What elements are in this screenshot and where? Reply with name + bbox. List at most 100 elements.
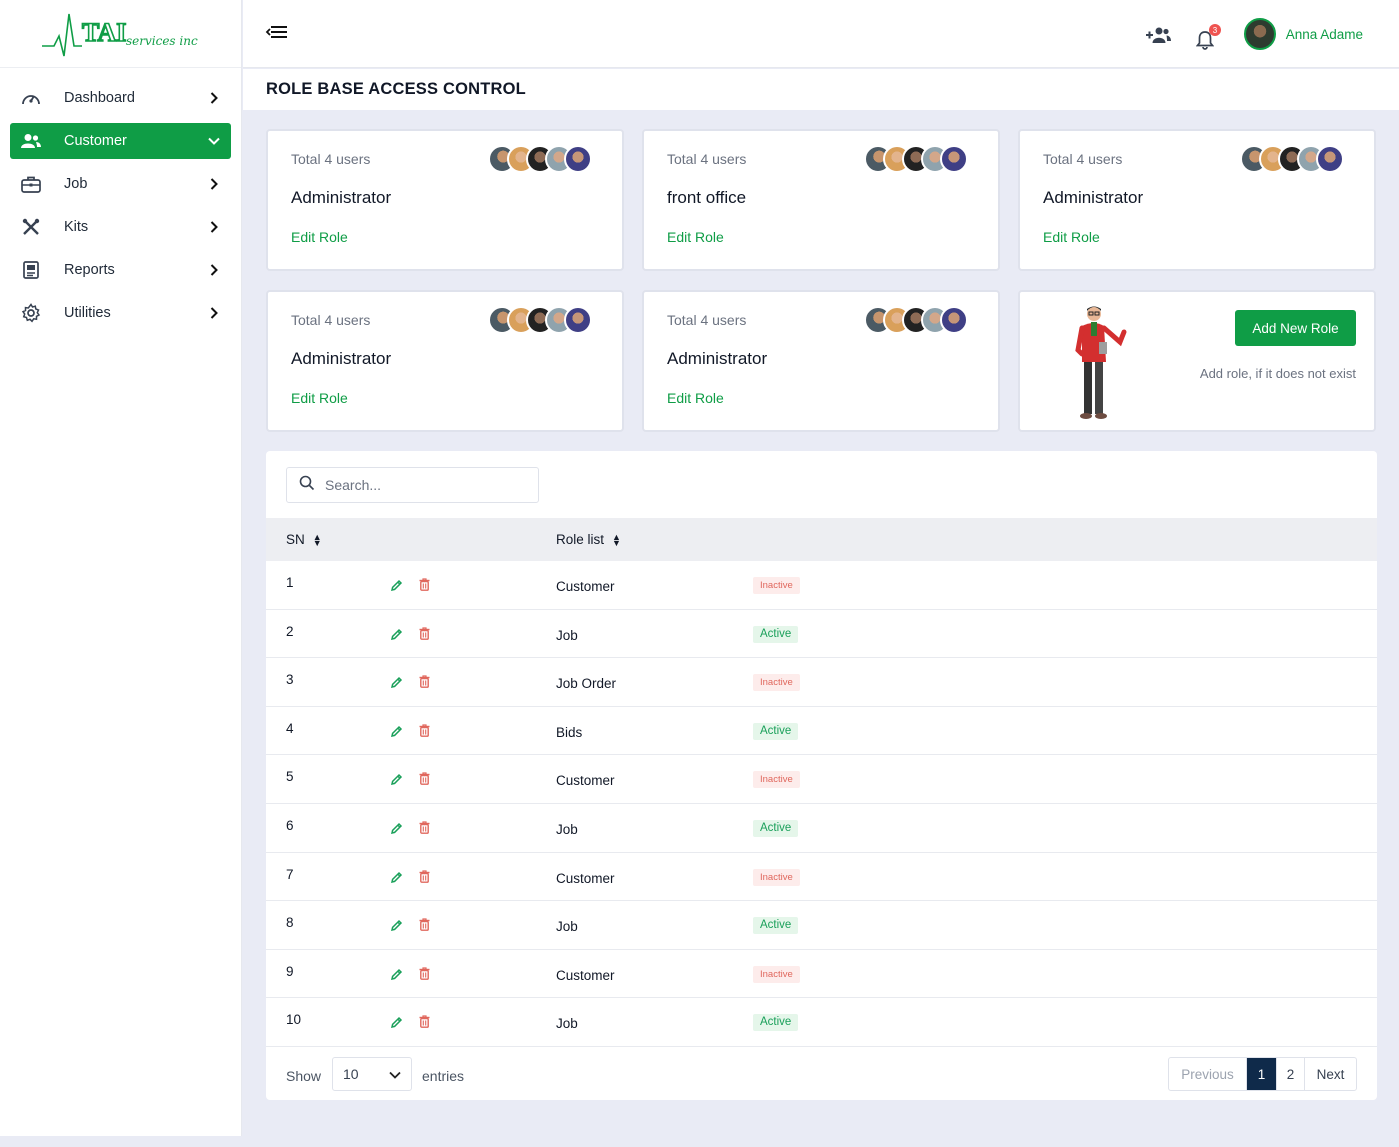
edit-pencil-icon[interactable] (390, 579, 403, 595)
delete-trash-icon[interactable] (419, 821, 430, 837)
row-sn: 10 (286, 1012, 302, 1028)
user-name: Anna Adame (1285, 26, 1363, 42)
status-badge: Active (753, 917, 799, 935)
edit-role-link[interactable]: Edit Role (667, 229, 724, 245)
status-badge: Inactive (753, 577, 800, 594)
brand-logo[interactable]: TAI services inc (0, 0, 241, 68)
sidebar-item-label: Dashboard (64, 90, 135, 106)
chevron-right-icon (207, 177, 221, 191)
role-table-panel: SN ▲▼ Role list ▲▼ 1 Customer Inactive 2 Job… (266, 451, 1377, 1100)
chevron-right-icon (207, 306, 221, 320)
pagination: Previous 1 2 Next (1168, 1057, 1357, 1091)
role-name: Administrator (291, 349, 392, 368)
delete-trash-icon[interactable] (419, 578, 430, 594)
status-badge: Inactive (753, 965, 800, 983)
table-row: 1 Customer Inactive (266, 561, 1377, 610)
edit-role-link[interactable]: Edit Role (667, 390, 724, 406)
avatar (1243, 18, 1276, 50)
page-title: ROLE BASE ACCESS CONTROL (266, 80, 526, 98)
delete-trash-icon[interactable] (419, 918, 430, 934)
sidebar-item-dashboard[interactable]: Dashboard (10, 80, 231, 116)
sidebar-item-utilities[interactable]: Utilities (10, 295, 231, 331)
edit-pencil-icon[interactable] (390, 871, 403, 887)
next-page-button[interactable]: Next (1304, 1058, 1356, 1090)
user-count: Total 4 users (1043, 151, 1123, 167)
edit-pencil-icon[interactable] (390, 676, 403, 692)
sidebar-item-reports[interactable]: Reports (10, 252, 231, 288)
entries-label: entries (422, 1068, 465, 1084)
table-row: 8 Job Active (266, 901, 1377, 950)
avatar (564, 306, 592, 334)
sidebar-item-kits[interactable]: Kits (10, 209, 231, 245)
delete-trash-icon[interactable] (419, 675, 430, 691)
sidebar-item-label: Reports (64, 262, 115, 278)
page-button-1[interactable]: 1 (1246, 1058, 1276, 1090)
sidebar-item-job[interactable]: Job (10, 166, 231, 202)
delete-trash-icon[interactable] (419, 1015, 430, 1031)
delete-trash-icon[interactable] (419, 869, 430, 886)
edit-pencil-icon[interactable] (390, 1016, 403, 1032)
role-card: Total 4 users Administrator Edit Role (266, 129, 624, 271)
edit-pencil-icon[interactable] (390, 822, 403, 838)
edit-role-link[interactable]: Edit Role (291, 390, 348, 406)
avatar (940, 306, 968, 334)
row-sn: 2 (286, 623, 294, 639)
chevron-right-icon (207, 220, 221, 234)
role-name: Administrator (291, 188, 392, 207)
delete-trash-icon[interactable] (419, 626, 430, 643)
add-user-icon[interactable] (1145, 26, 1171, 49)
table-row: 10 Job Active (266, 998, 1377, 1047)
edit-pencil-icon[interactable] (390, 968, 403, 984)
row-sn: 1 (286, 575, 294, 590)
table-row: 9 Customer Inactive (266, 950, 1377, 999)
add-new-role-button[interactable]: Add New Role (1235, 310, 1356, 346)
table-header: SN ▲ ▼ Role list ▲ ▼ (266, 518, 1377, 561)
role-card: Total 4 users front office Edit Role (642, 129, 1000, 271)
edit-pencil-icon[interactable] (390, 919, 403, 935)
show-label: Show (286, 1068, 322, 1084)
user-count: Total 4 users (667, 312, 747, 328)
delete-trash-icon[interactable] (419, 967, 430, 983)
briefcase-icon (20, 173, 42, 195)
role-name-cell: Customer (556, 870, 615, 886)
users-icon (20, 130, 42, 152)
role-name-cell: Bids (556, 724, 583, 740)
edit-pencil-icon[interactable] (390, 773, 403, 789)
avatar-group (488, 145, 592, 173)
chevron-right-icon (207, 91, 221, 105)
page-size-select[interactable]: 10 (332, 1057, 412, 1091)
sidebar-item-customer[interactable]: Customer (10, 123, 231, 159)
gear-icon (20, 302, 42, 324)
edit-pencil-icon[interactable] (390, 628, 403, 644)
column-header-role-list[interactable]: Role list ▲ ▼ (556, 532, 621, 547)
user-menu[interactable]: Anna Adame (1243, 18, 1363, 50)
status-badge: Inactive (753, 771, 800, 789)
notification-count-badge: 3 (1209, 24, 1221, 36)
role-name: Administrator (1043, 188, 1144, 207)
table-footer: Show 10 entries Previous 1 2 Next (266, 1057, 1377, 1097)
search-input[interactable] (325, 477, 525, 493)
avatar (564, 145, 592, 173)
tools-icon (20, 216, 42, 238)
edit-pencil-icon[interactable] (390, 725, 403, 741)
edit-role-link[interactable]: Edit Role (291, 229, 348, 245)
sidebar-item-label: Utilities (64, 305, 111, 321)
previous-page-button[interactable]: Previous (1169, 1058, 1246, 1090)
role-card: Total 4 users Administrator Edit Role (1018, 129, 1376, 271)
status-badge: Inactive (753, 674, 800, 692)
sidebar-item-label: Customer (64, 133, 127, 149)
column-header-label: Role list (556, 532, 605, 547)
notification-bell-icon[interactable]: 3 (1195, 24, 1221, 55)
menu-toggle-icon[interactable] (265, 22, 289, 42)
row-sn: 8 (286, 915, 294, 931)
page-bottom-strip (0, 1136, 1399, 1147)
sort-icon: ▲ ▼ (312, 531, 322, 548)
search-box[interactable] (286, 467, 539, 503)
edit-role-link[interactable]: Edit Role (1043, 229, 1100, 245)
column-header-sn[interactable]: SN ▲ ▼ (286, 532, 322, 547)
page-button-2[interactable]: 2 (1276, 1058, 1304, 1090)
role-name-cell: Job (556, 1016, 578, 1032)
delete-trash-icon[interactable] (419, 772, 430, 788)
delete-trash-icon[interactable] (419, 724, 430, 740)
user-count: Total 4 users (291, 151, 371, 167)
